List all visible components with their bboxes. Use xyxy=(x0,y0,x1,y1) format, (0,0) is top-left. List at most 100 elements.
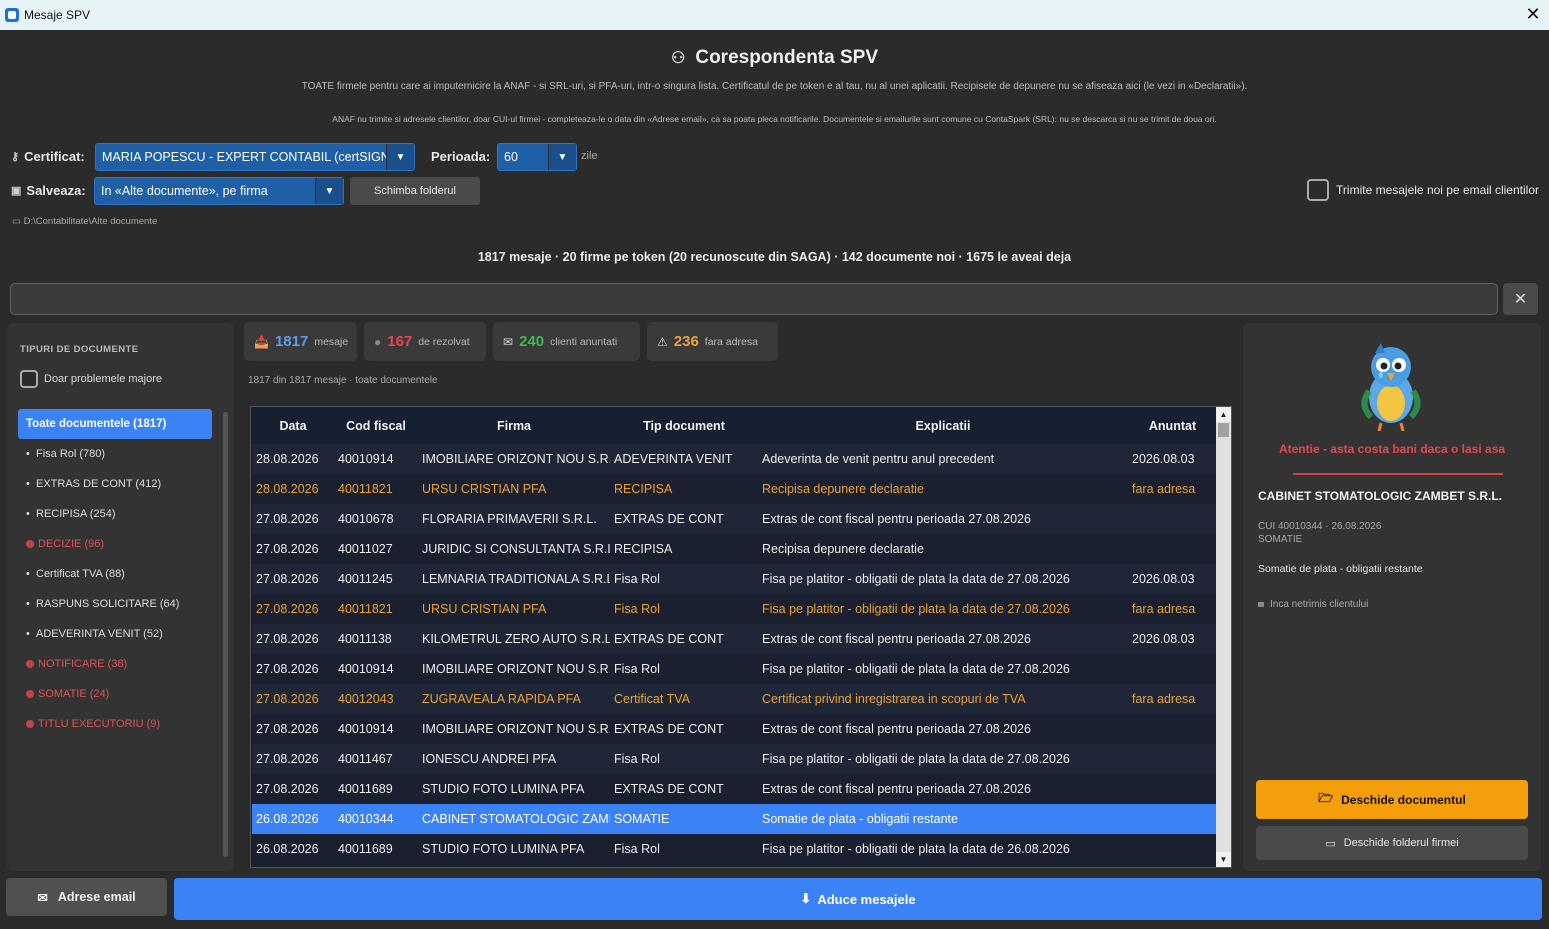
table-cell: 40010344 xyxy=(334,804,418,834)
sidebar-item[interactable]: • RASPUNS SOLICITARE (64) xyxy=(18,589,212,619)
table-cell: 40011245 xyxy=(334,564,418,594)
warning-icon: ⚠ xyxy=(657,334,668,349)
chevron-down-icon[interactable]: ▼ xyxy=(386,144,414,170)
sidebar-item[interactable]: Toate documentele (1817) xyxy=(18,409,212,439)
fetch-messages-button[interactable]: ⬇ Aduce mesajele xyxy=(174,878,1542,920)
detail-explanation: Somatie de plata - obligatii restante xyxy=(1258,563,1423,575)
table-cell: STUDIO FOTO LUMINA PFA xyxy=(418,834,610,864)
table-row[interactable]: 27.08.2026 40010914 IMOBILIARE ORIZONT NOU… xyxy=(252,714,1217,744)
scroll-up-icon[interactable]: ▲ xyxy=(1216,407,1231,422)
sidebar-item[interactable]: • EXTRAS DE CONT (412) xyxy=(18,469,212,499)
sidebar-item[interactable]: • Certificat TVA (88) xyxy=(18,559,212,589)
table-cell: 26.08.2026 xyxy=(252,834,334,864)
table-cell: fara adresa xyxy=(1128,594,1217,624)
open-document-button[interactable]: 🗁 Deschide documentul xyxy=(1256,780,1528,819)
column-header[interactable]: Firma xyxy=(418,408,610,444)
column-header[interactable]: Tip document xyxy=(610,408,758,444)
parrot-mascot-icon xyxy=(1361,343,1421,431)
floppy-icon: ▣ xyxy=(11,185,22,197)
scroll-down-icon[interactable]: ▼ xyxy=(1216,852,1231,867)
search-input[interactable] xyxy=(10,283,1498,315)
save-path: ▭ D:\Contabilitate\Alte documente xyxy=(12,216,158,227)
table-cell: URSU CRISTIAN PFA xyxy=(418,594,610,624)
email-clients-checkbox[interactable] xyxy=(1307,179,1330,201)
table-row[interactable]: 27.08.2026 40011138 KILOMETRUL ZERO AUTO S… xyxy=(252,624,1217,654)
chevron-down-icon[interactable]: ▼ xyxy=(548,144,576,170)
period-select[interactable]: 60 ▼ xyxy=(497,143,577,171)
table-row[interactable]: 27.08.2026 40012043 ZUGRAVEALA RAPIDA PFA C… xyxy=(252,684,1217,714)
kpi-number: 1817 xyxy=(274,333,309,350)
clear-search-button[interactable]: ✕ xyxy=(1503,283,1538,315)
table-scrollbar[interactable]: ▲ ▼ xyxy=(1216,407,1231,867)
table-cell: ZUGRAVEALA RAPIDA PFA xyxy=(418,684,610,714)
table-cell: SOMATIE xyxy=(610,804,758,834)
stats-line: 1817 mesaje · 20 firme pe token (20 recu… xyxy=(477,250,1072,264)
description-primary: TOATE firmele pentru care ai imputernici… xyxy=(301,81,1248,92)
table-cell: Fisa Rol xyxy=(610,834,758,864)
table-cell xyxy=(1128,714,1217,744)
email-clients-toggle[interactable]: Trimite mesajele noi pe email clientilor xyxy=(1307,179,1539,201)
chevron-down-icon[interactable]: ▼ xyxy=(315,178,343,204)
close-icon[interactable]: ✕ xyxy=(1523,4,1543,24)
certificate-label: ⚷ Certificat: xyxy=(11,149,85,164)
sidebar-item[interactable]: DECIZIE (96) xyxy=(18,529,212,559)
table-row[interactable]: 26.08.2026 40010344 CABINET STOMATOLOGIC Z… xyxy=(252,804,1217,834)
table-cell: Fisa Rol xyxy=(610,744,758,774)
mail-icon: ✉ xyxy=(503,334,514,349)
sidebar-item-label: RASPUNS SOLICITARE (64) xyxy=(36,598,180,610)
people-icon: ⚇ xyxy=(671,50,686,67)
table-cell: IMOBILIARE ORIZONT NOU S.R. xyxy=(418,654,610,684)
email-addresses-button[interactable]: ✉ Adrese email xyxy=(6,878,167,916)
title-bar: Mesaje SPV ✕ xyxy=(0,0,1549,30)
table-cell: 40011689 xyxy=(334,834,418,864)
sidebar-item[interactable]: • ADEVERINTA VENIT (52) xyxy=(18,619,212,649)
sidebar-scrollbar[interactable] xyxy=(223,412,228,857)
column-header[interactable]: Explicatii xyxy=(758,408,1128,444)
document-types-panel: TIPURI DE DOCUMENTE Doar problemele majo… xyxy=(7,323,234,871)
save-location-select[interactable]: In «Alte documente», pe firma ▼ xyxy=(94,177,344,205)
table-cell: IMOBILIARE ORIZONT NOU S.R. xyxy=(418,444,610,474)
table-row[interactable]: 27.08.2026 40011467 IONESCU ANDREI PFA Fisa… xyxy=(252,744,1217,774)
sidebar-item[interactable]: • Fisa Rol (780) xyxy=(18,439,212,469)
table-cell: 27.08.2026 xyxy=(252,594,334,624)
detail-status: Inca netrimis clientului xyxy=(1258,599,1368,610)
table-cell xyxy=(1128,834,1217,864)
table-row[interactable]: 28.08.2026 40011821 URSU CRISTIAN PFA RECIP… xyxy=(252,474,1217,504)
detail-meta: CUI 40010344 · 26.08.2026 xyxy=(1258,521,1382,532)
kpi-number: 236 xyxy=(673,333,699,350)
column-header[interactable]: Cod fiscal xyxy=(334,408,418,444)
sidebar-item[interactable]: TITLU EXECUTORIU (9) xyxy=(18,709,212,739)
table-row[interactable]: 27.08.2026 40011245 LEMNARIA TRADITIONALA … xyxy=(252,564,1217,594)
scroll-thumb[interactable] xyxy=(1218,423,1229,437)
table-row[interactable]: 27.08.2026 40011821 URSU CRISTIAN PFA Fisa … xyxy=(252,594,1217,624)
table-cell: RECIPISA xyxy=(610,534,758,564)
certificate-select[interactable]: MARIA POPESCU - EXPERT CONTABIL (certSIG… xyxy=(95,143,415,171)
only-major-toggle[interactable]: Doar problemele majore xyxy=(20,370,162,388)
open-firm-folder-button[interactable]: ▭ Deschide folderul firmei xyxy=(1256,826,1528,860)
table-cell xyxy=(1128,774,1217,804)
period-unit: zile xyxy=(581,150,598,162)
change-folder-button[interactable]: Schimba folderul xyxy=(350,177,480,205)
table-cell: 40011027 xyxy=(334,534,418,564)
only-major-checkbox[interactable] xyxy=(20,370,38,388)
download-arrow-icon: ⬇ xyxy=(800,891,812,906)
sidebar-item[interactable]: NOTIFICARE (38) xyxy=(18,649,212,679)
column-header[interactable]: Anuntat xyxy=(1128,408,1217,444)
table-row[interactable]: 27.08.2026 40010678 FLORARIA PRIMAVERII S.… xyxy=(252,504,1217,534)
column-header[interactable]: Data xyxy=(252,408,334,444)
risk-warning: Atentie - asta costa bani daca o lasi as… xyxy=(1278,442,1506,456)
table-row[interactable]: 26.08.2026 40011689 STUDIO FOTO LUMINA PFA… xyxy=(252,834,1217,864)
table-cell: URSU CRISTIAN PFA xyxy=(418,474,610,504)
table-cell: Certificat TVA xyxy=(610,684,758,714)
sidebar-item[interactable]: • RECIPISA (254) xyxy=(18,499,212,529)
table-header-row: Data Cod fiscal Firma Tip document Explicati… xyxy=(252,408,1217,444)
table-row[interactable]: 27.08.2026 40010914 IMOBILIARE ORIZONT NOU… xyxy=(252,654,1217,684)
table-row[interactable]: 27.08.2026 40011027 JURIDIC SI CONSULTANTA… xyxy=(252,534,1217,564)
sidebar-item[interactable]: SOMATIE (24) xyxy=(18,679,212,709)
table-row[interactable]: 27.08.2026 40011689 STUDIO FOTO LUMINA PFA… xyxy=(252,774,1217,804)
table-cell: FLORARIA PRIMAVERII S.R.L. xyxy=(418,504,610,534)
table-cell: RECIPISA xyxy=(610,474,758,504)
table-cell: 26.08.2026 xyxy=(252,804,334,834)
table-cell: 40010914 xyxy=(334,444,418,474)
table-row[interactable]: 28.08.2026 40010914 IMOBILIARE ORIZONT NOU… xyxy=(252,444,1217,474)
